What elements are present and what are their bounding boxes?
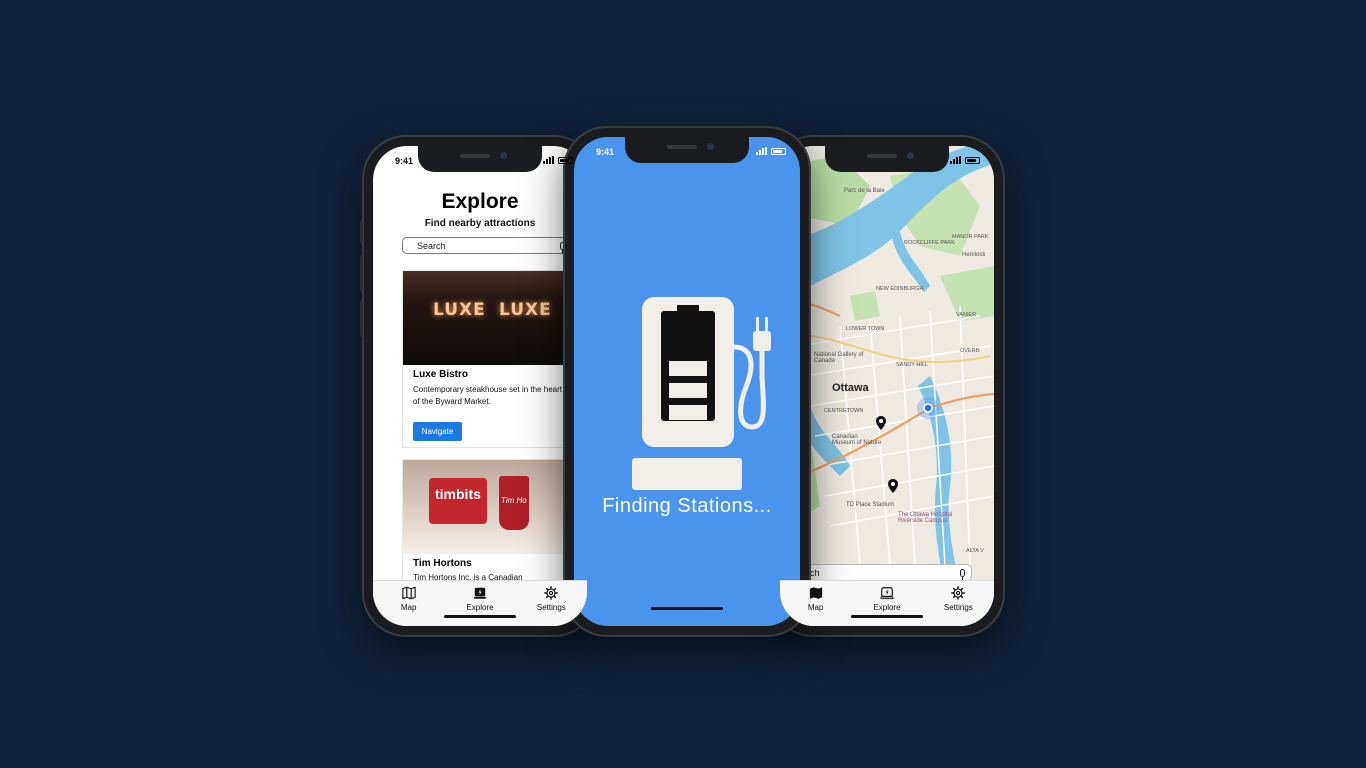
tab-label: Settings <box>536 603 566 612</box>
map-label: CENTRETOWN <box>824 408 864 414</box>
map-pin-icon[interactable] <box>888 479 898 493</box>
tab-explore[interactable]: Explore <box>851 581 922 626</box>
map-icon <box>809 587 822 599</box>
loading-phone: 9:41 Finding Stations... <box>563 126 811 637</box>
tab-map[interactable]: Map <box>780 581 851 626</box>
map-pin-icon[interactable] <box>876 416 886 430</box>
gear-icon <box>951 586 966 600</box>
phone-notch <box>825 146 949 172</box>
map-label: National Gallery of Canada <box>814 352 864 364</box>
tab-label: Settings <box>943 603 973 612</box>
map-label: TD Place Stadium <box>846 502 895 508</box>
home-indicator <box>851 615 923 618</box>
coffee-cup: Tim Ho <box>499 476 529 530</box>
explore-screen: 9:41 Explore Find nearby attractions Sea… <box>373 146 587 626</box>
page-title: Explore <box>441 190 519 213</box>
ev-charger-icon <box>632 297 771 490</box>
phone-notch <box>418 146 542 172</box>
microphone-icon[interactable] <box>960 568 965 580</box>
card-title: Tim Hortons <box>413 558 472 569</box>
map-city-label: Ottawa <box>832 382 869 394</box>
cup-text: Tim Ho <box>501 496 527 505</box>
map-icon <box>401 586 416 600</box>
tab-label: Map <box>400 603 417 612</box>
signal-icon <box>950 156 961 164</box>
navigate-button[interactable]: Navigate <box>413 422 462 441</box>
map-label: Parc de la Baie <box>844 188 885 194</box>
search-input[interactable]: Search <box>402 237 572 254</box>
card-description: Contemporary steakhouse set in the heart… <box>413 385 562 406</box>
phone-side-button <box>360 301 363 337</box>
luxe-sign-text: LUXE <box>433 300 486 320</box>
attraction-card[interactable]: timbits Tim Ho Tim Hortons Tim Hortons I… <box>402 459 572 599</box>
timbits-box: timbits <box>429 478 487 524</box>
map-label: MANOR PARK <box>952 234 989 240</box>
battery-icon <box>558 156 573 164</box>
tab-explore[interactable]: Explore <box>444 581 515 626</box>
charging-station-icon <box>473 587 487 599</box>
status-icons <box>543 156 573 164</box>
map-drawing <box>780 146 994 626</box>
tab-label: Explore <box>466 603 494 612</box>
tim-hortons-image: timbits Tim Ho <box>403 460 571 554</box>
status-time: 9:41 <box>395 156 414 166</box>
tab-label: Map <box>807 603 824 612</box>
attraction-card[interactable]: LUXE LUXE Luxe Bistro Contemporary steak… <box>402 270 572 448</box>
map-label: OVERB <box>960 348 980 354</box>
page-subtitle: Find nearby attractions <box>424 218 536 229</box>
map-screen: Parc de la Baie ROCKCLIFFE PARK MANOR PA… <box>780 146 994 626</box>
map-search-input[interactable]: rch <box>800 564 972 581</box>
map-label: SANDY HILL <box>896 362 928 368</box>
status-icons <box>950 156 980 164</box>
timbits-text: timbits <box>435 486 481 502</box>
map-label: ALTA V <box>966 548 984 554</box>
card-title: Luxe Bistro <box>413 369 469 380</box>
map-label: Canadian Museum of Nature <box>832 434 882 446</box>
home-indicator <box>651 607 723 610</box>
loading-screen: 9:41 Finding Stations... <box>574 137 800 626</box>
map-view[interactable]: Parc de la Baie ROCKCLIFFE PARK MANOR PA… <box>780 146 994 626</box>
tab-bar: Map Explore Settings <box>373 580 587 626</box>
home-indicator <box>444 615 516 618</box>
loading-text: Finding Stations... <box>602 495 772 517</box>
tab-bar: Map Explore Settings <box>780 580 994 626</box>
phone-side-button <box>360 221 363 243</box>
map-label: VANIER <box>956 312 977 318</box>
map-label: ROCKCLIFFE PARK <box>904 240 955 246</box>
luxe-sign-text: LUXE <box>499 300 552 320</box>
map-label: The Ottawa Hospital Riverside Campus <box>898 512 953 524</box>
luxe-bistro-image: LUXE LUXE <box>403 271 571 365</box>
map-label: LOWER TOWN <box>846 326 885 332</box>
phone-notch <box>625 137 749 163</box>
charging-station-icon <box>880 587 894 600</box>
signal-icon <box>543 156 554 164</box>
status-icons <box>756 147 786 155</box>
map-label: Hemlock <box>962 252 986 258</box>
phone-side-button <box>360 255 363 291</box>
tab-settings[interactable]: Settings <box>516 581 587 626</box>
battery-icon <box>965 156 980 164</box>
gear-icon <box>544 586 559 600</box>
status-time: 9:41 <box>596 147 615 157</box>
search-placeholder: Search <box>417 240 446 251</box>
signal-icon <box>756 147 767 155</box>
tab-map[interactable]: Map <box>373 581 444 626</box>
tab-settings[interactable]: Settings <box>923 581 994 626</box>
battery-icon <box>771 147 786 155</box>
map-label: NEW EDINBURGH <box>876 286 924 292</box>
tab-label: Explore <box>873 603 901 612</box>
